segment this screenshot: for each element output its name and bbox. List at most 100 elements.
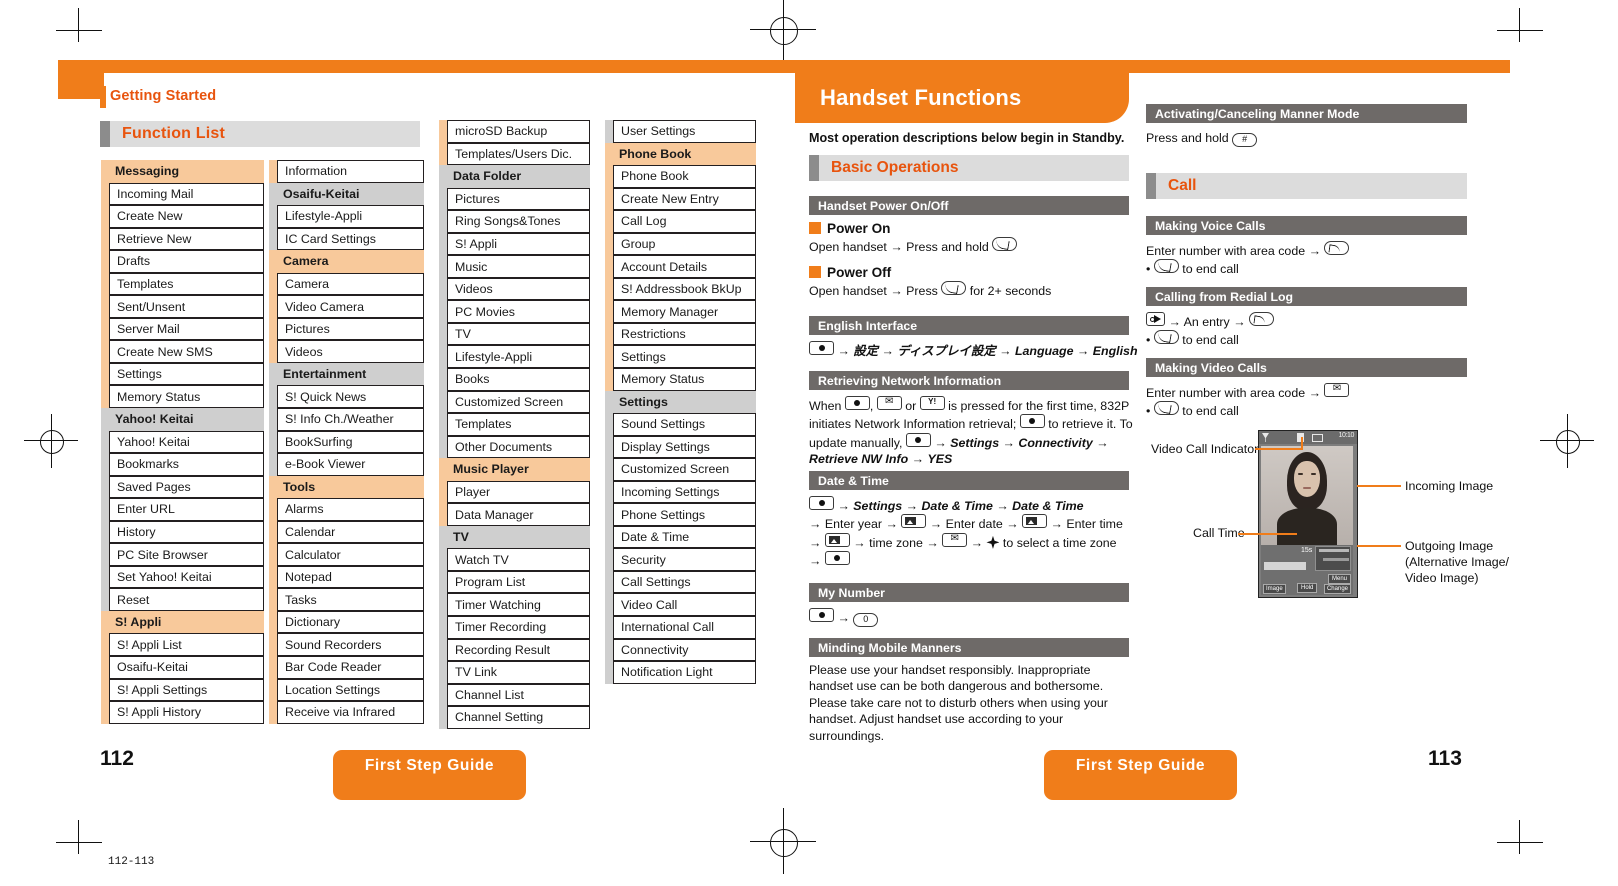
function-group-label: S! Appli (115, 615, 162, 630)
power-off-label: Power Off (827, 265, 892, 280)
function-list-item: Saved Pages (101, 475, 264, 499)
function-item-label: Music (447, 255, 590, 278)
head-making-video-calls: Making Video Calls (1146, 358, 1467, 377)
mail-key-icon (1324, 383, 1350, 397)
function-list-item: Osaifu-Keitai (101, 656, 264, 679)
function-item-label: Create New Entry (613, 187, 756, 211)
function-list-item: Sent/Unsent (101, 295, 264, 318)
arrow-icon: → (905, 499, 919, 513)
function-group-header: Entertainment (269, 362, 424, 386)
function-item-label: TV Link (447, 661, 590, 684)
function-list-item: Date & Time (605, 525, 756, 549)
end-key-icon (992, 237, 1018, 252)
arrow-icon: → (1002, 435, 1015, 450)
function-item-label: Sound Settings (613, 413, 756, 436)
arrow-icon: → (1096, 435, 1109, 450)
bullet-icon: • (1146, 333, 1151, 348)
function-item-label: Call Log (613, 210, 756, 233)
function-item-label: S! Info Ch./Weather (277, 408, 424, 431)
function-item-label: History (109, 520, 264, 544)
arrow-icon: → (837, 344, 850, 358)
function-list-item: Notepad (269, 565, 424, 589)
function-item-label: Notification Light (613, 661, 756, 684)
arrow-icon: → (970, 535, 984, 550)
function-list-item: Calendar (269, 520, 424, 544)
video-calls-l2: to end call (1182, 404, 1239, 419)
softkey-center: Hold (1297, 583, 1318, 593)
arrow-icon: → (890, 240, 903, 255)
function-list-column-1: Messaging Incoming Mail Create New Retrieve… (101, 160, 264, 724)
function-list-item: PC Movies (439, 300, 590, 323)
function-item-label: Player (447, 480, 590, 504)
power-off-text-a: Open handset (809, 284, 887, 299)
function-item-label: Ring Songs&Tones (447, 210, 590, 233)
function-list-item: Dictionary (269, 610, 424, 634)
function-item-label: Settings (109, 362, 264, 386)
callout-line-outgoing-image (1357, 545, 1401, 547)
function-item-label: Phone Book (613, 165, 756, 188)
function-list-item: Yahoo! Keitai (101, 430, 264, 454)
function-item-label: Drafts (109, 250, 264, 273)
function-list-item: Alarms (269, 498, 424, 521)
function-item-label: Notepad (277, 565, 424, 589)
group-color-spine (269, 476, 278, 499)
function-list-item: Create New SMS (101, 340, 264, 363)
navigation-key-icon (986, 535, 1000, 549)
function-list-item: Calculator (269, 543, 424, 566)
function-item-label: S! Appli (447, 232, 590, 256)
function-group-header: Osaifu-Keitai (269, 182, 424, 206)
function-item-label: Yahoo! Keitai (109, 430, 264, 454)
function-item-label: Incoming Mail (109, 182, 264, 206)
my-number-steps: → 0 (809, 608, 1139, 627)
function-item-label: microSD Backup (447, 120, 590, 143)
battery-icon (1312, 434, 1323, 442)
function-item-label: S! Appli History (109, 701, 264, 724)
arrow-icon: → (999, 344, 1012, 358)
function-list-item: S! Addressbook BkUp (605, 277, 756, 301)
camera-key-icon (901, 514, 927, 529)
function-item-label: Timer Recording (447, 616, 590, 639)
function-group-header: TV (439, 525, 590, 549)
arrow-icon: → (996, 499, 1009, 513)
end-key-icon (941, 281, 967, 296)
right-page-number: 113 (1428, 747, 1462, 770)
section-title-call: Call (1146, 173, 1467, 199)
function-list-item: Set Yahoo! Keitai (101, 565, 264, 589)
function-list-item: Retrieve New (101, 227, 264, 251)
center-key-icon (844, 396, 870, 410)
english-step-4: English (1092, 344, 1138, 358)
function-item-label: Lifestyle-Appli (447, 345, 590, 369)
function-list-item: Call Log (605, 210, 756, 233)
center-key-icon (809, 496, 834, 510)
arrow-icon: → (809, 554, 822, 569)
function-item-label: Group (613, 232, 756, 256)
callout-line-video-call-indicator (1255, 448, 1303, 450)
arrow-icon: → (1006, 517, 1019, 532)
function-item-label: Server Mail (109, 317, 264, 341)
network-l4a: Retrieve NW Info (809, 452, 909, 467)
function-group-label: Messaging (115, 164, 180, 179)
center-key-icon (905, 432, 931, 447)
function-group-label: Settings (619, 394, 668, 409)
function-group-label: Tools (283, 479, 316, 494)
function-item-label: TV (447, 322, 590, 346)
making-video-calls-body: Enter number with area code → • to end c… (1146, 383, 1466, 420)
function-item-label: Create New SMS (109, 340, 264, 363)
function-list-item: Templates (439, 413, 590, 436)
manner-mode-body: Press and hold # (1146, 130, 1466, 147)
group-color-spine (605, 143, 614, 166)
function-item-label: S! Quick News (277, 385, 424, 409)
function-item-label: Reset (109, 588, 264, 611)
function-group-header: Messaging (101, 160, 264, 183)
function-list-item: Incoming Settings (605, 480, 756, 504)
function-list-item: Music (439, 255, 590, 278)
function-list-item: History (101, 520, 264, 544)
head-manner-mode: Activating/Canceling Manner Mode (1146, 104, 1467, 123)
function-list-item: Group (605, 232, 756, 256)
running-head-marker (100, 86, 106, 108)
function-list-item: Drafts (101, 250, 264, 273)
function-item-label: International Call (613, 616, 756, 639)
footer-left-meta: 112-113 (108, 856, 155, 868)
arrow-icon: → (853, 535, 866, 550)
function-list-item: Security (605, 548, 756, 571)
